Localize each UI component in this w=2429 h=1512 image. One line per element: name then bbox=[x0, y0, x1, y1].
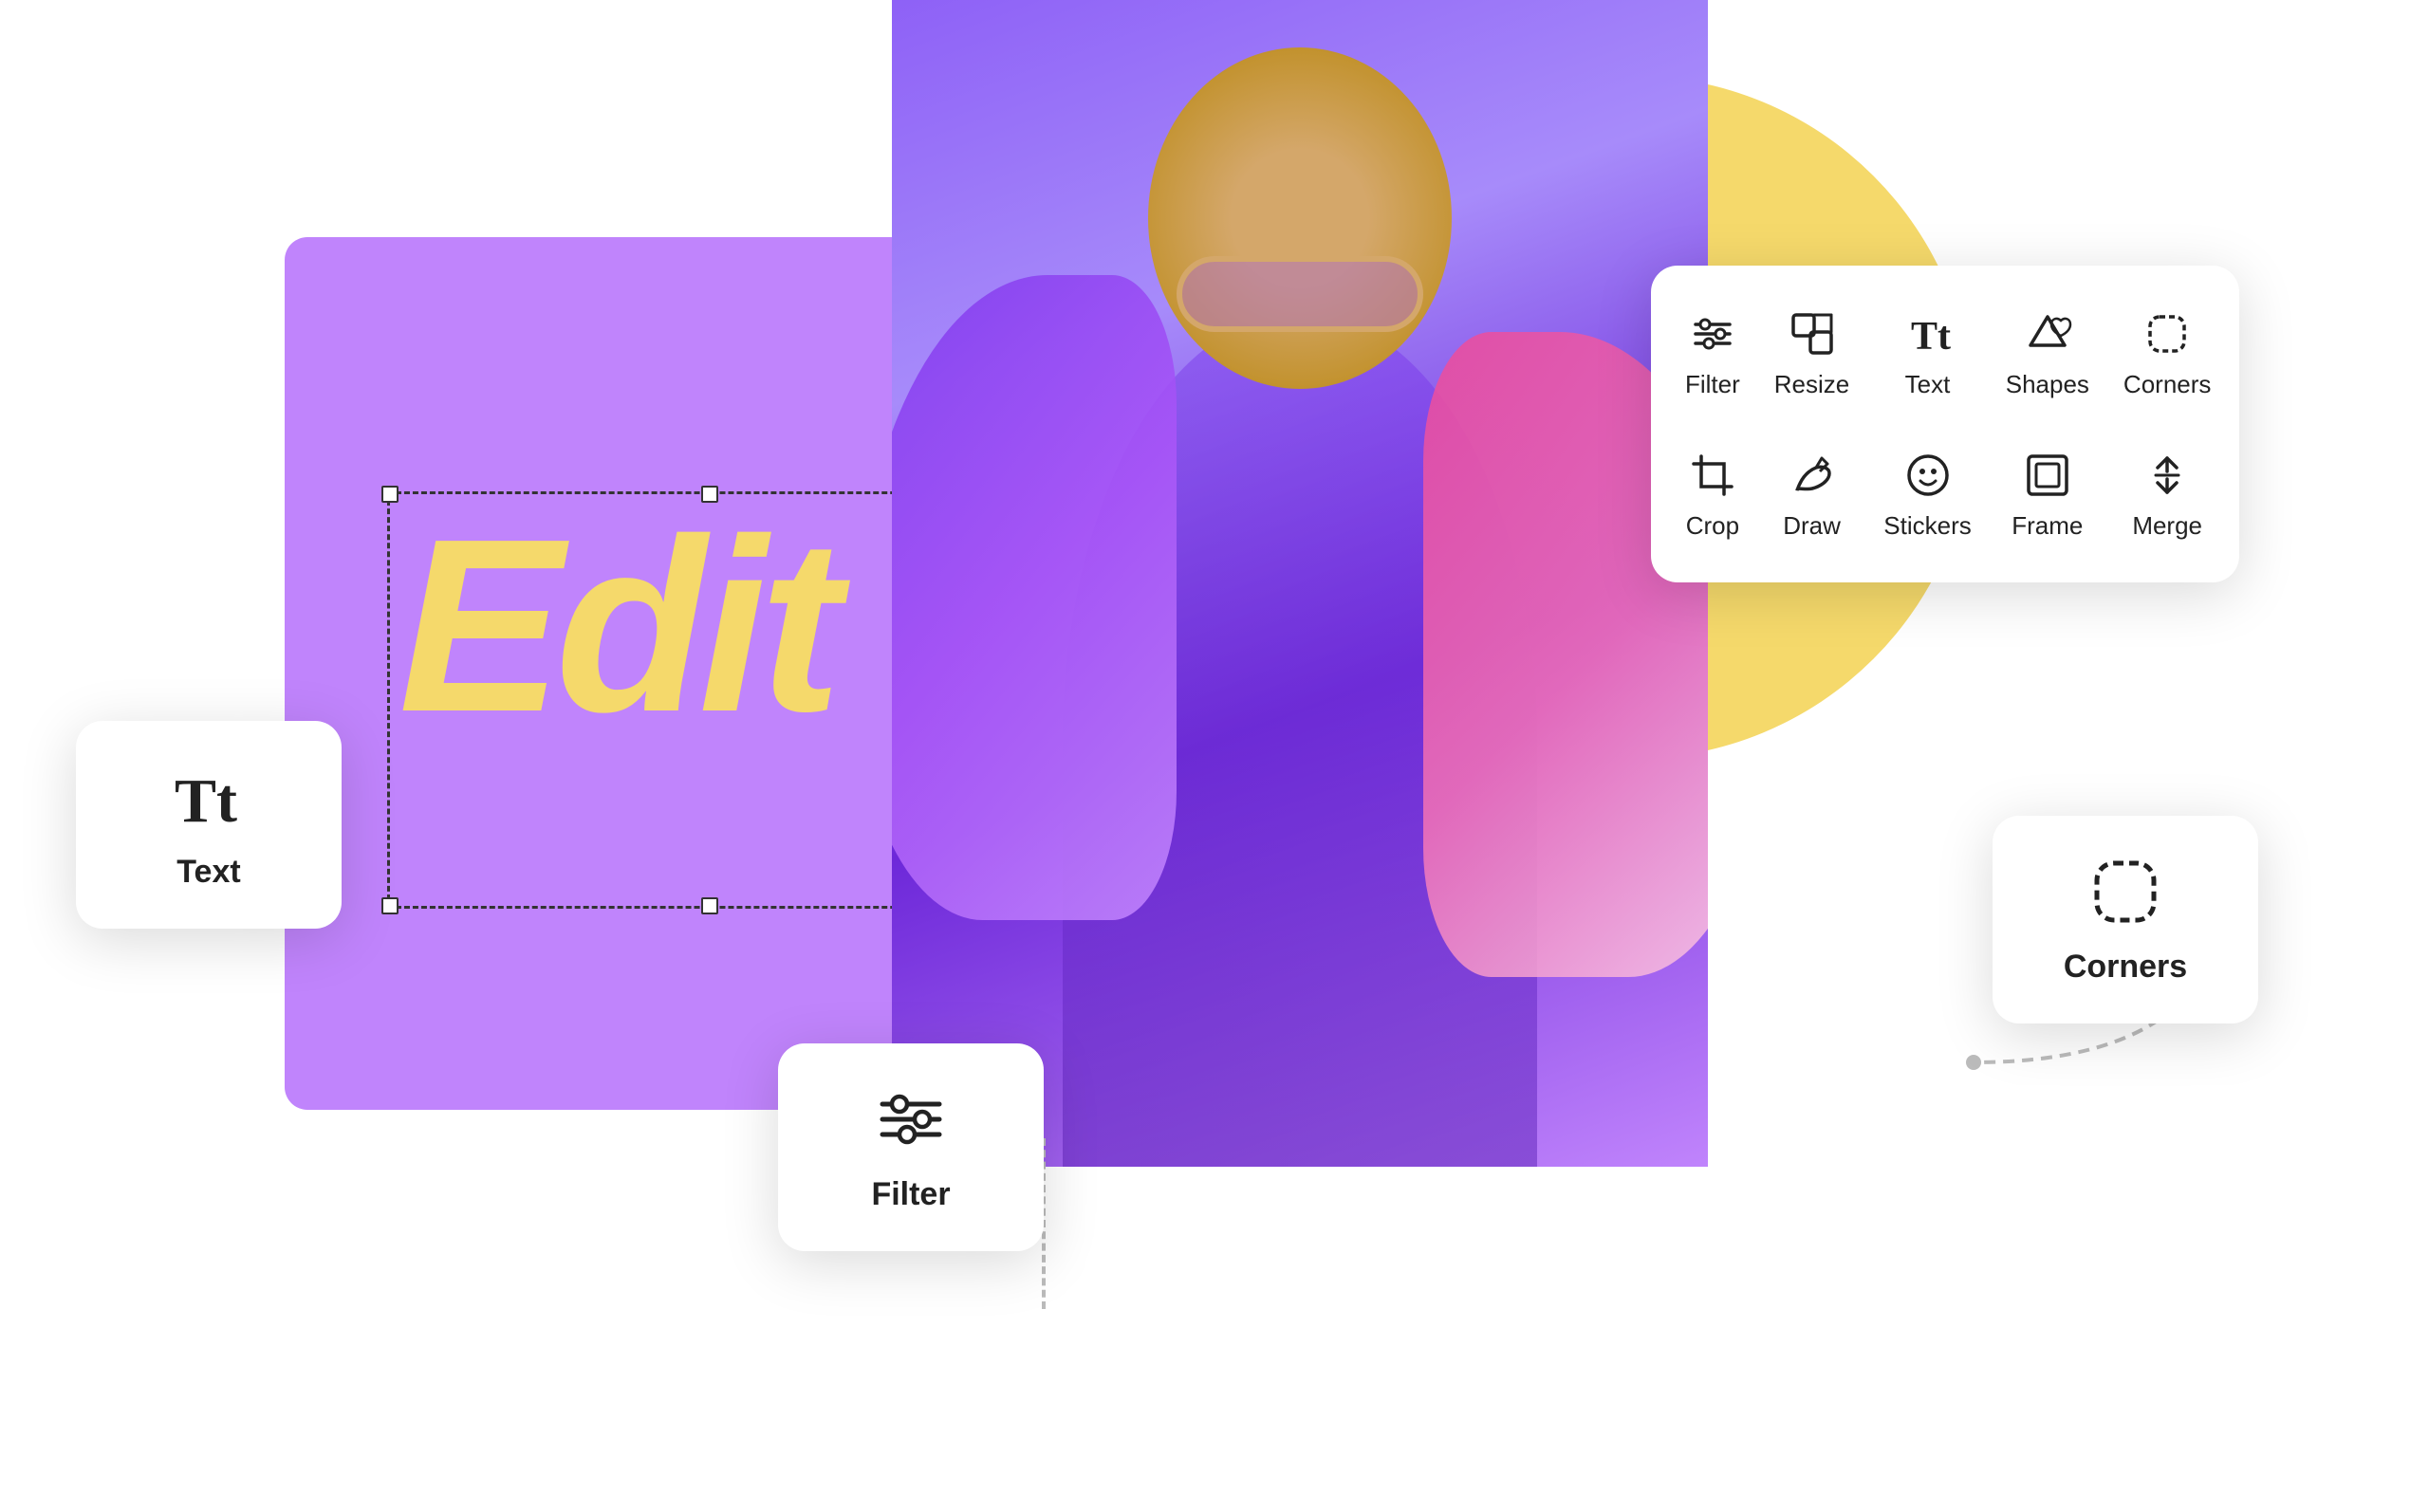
selection-handle-bl[interactable] bbox=[381, 897, 399, 914]
draw-icon bbox=[1786, 449, 1839, 502]
scene: Edit bbox=[0, 0, 2429, 1512]
resize-icon bbox=[1786, 307, 1839, 360]
corners-floating-label: Corners bbox=[2064, 949, 2187, 986]
stickers-icon bbox=[1901, 449, 1955, 502]
toolbar-frame-button[interactable]: Frame bbox=[1994, 430, 2101, 560]
text-floating-label: Text bbox=[176, 854, 240, 891]
canvas-edit-text: Edit bbox=[399, 503, 834, 749]
filter-icon bbox=[1686, 307, 1739, 360]
resize-label: Resize bbox=[1774, 370, 1849, 399]
corners-floating-panel[interactable]: Corners bbox=[1993, 816, 2258, 1023]
merge-label: Merge bbox=[2132, 511, 2202, 541]
corners-label-toolbar: Corners bbox=[2123, 370, 2211, 399]
shapes-icon bbox=[2021, 307, 2074, 360]
filter-floating-icon bbox=[873, 1081, 949, 1157]
selection-handle-tl[interactable] bbox=[381, 486, 399, 503]
crop-icon bbox=[1686, 449, 1739, 502]
shapes-label: Shapes bbox=[2006, 370, 2089, 399]
text-icon-toolbar: Tt bbox=[1901, 307, 1955, 360]
text-floating-icon: Tt bbox=[171, 759, 247, 835]
toolbar-shapes-button[interactable]: Shapes bbox=[1994, 288, 2101, 418]
stickers-label: Stickers bbox=[1883, 511, 1971, 541]
svg-text:Tt: Tt bbox=[175, 766, 237, 835]
model-photo bbox=[892, 0, 1708, 1167]
merge-icon bbox=[2141, 449, 2194, 502]
toolbar-corners-button[interactable]: Corners bbox=[2112, 288, 2222, 418]
toolbar-filter-button[interactable]: Filter bbox=[1674, 288, 1752, 418]
text-label: Text bbox=[1905, 370, 1951, 399]
filter-floating-label: Filter bbox=[871, 1176, 950, 1213]
text-floating-panel[interactable]: Tt Text bbox=[76, 721, 342, 929]
filter-floating-panel[interactable]: Filter bbox=[778, 1043, 1044, 1251]
toolbar-stickers-button[interactable]: Stickers bbox=[1872, 430, 1982, 560]
corners-floating-icon bbox=[2087, 854, 2163, 930]
toolbar-panel: Filter Resize Tt Text bbox=[1651, 266, 2239, 582]
crop-label: Crop bbox=[1686, 511, 1739, 541]
svg-text:Tt: Tt bbox=[1911, 315, 1951, 359]
frame-label: Frame bbox=[2012, 511, 2083, 541]
selection-handle-bm[interactable] bbox=[701, 897, 718, 914]
filter-label: Filter bbox=[1685, 370, 1740, 399]
toolbar-text-button[interactable]: Tt Text bbox=[1872, 288, 1982, 418]
toolbar-merge-button[interactable]: Merge bbox=[2112, 430, 2222, 560]
toolbar-crop-button[interactable]: Crop bbox=[1674, 430, 1752, 560]
canvas-area[interactable]: Edit bbox=[285, 237, 1670, 1110]
toolbar-draw-button[interactable]: Draw bbox=[1763, 430, 1861, 560]
corners-icon-toolbar bbox=[2141, 307, 2194, 360]
draw-label: Draw bbox=[1783, 511, 1841, 541]
frame-icon bbox=[2021, 449, 2074, 502]
toolbar-resize-button[interactable]: Resize bbox=[1763, 288, 1861, 418]
